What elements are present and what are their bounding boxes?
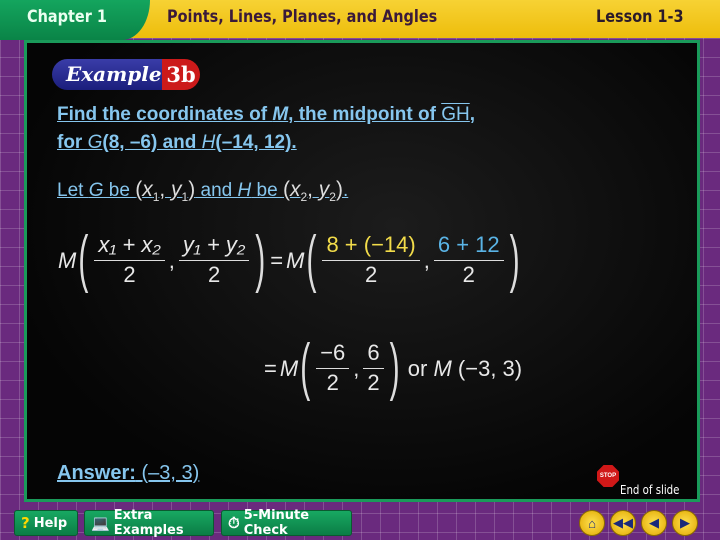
lesson-number: Lesson 1-3 bbox=[596, 7, 684, 27]
example-badge: Example 3b bbox=[52, 59, 200, 90]
chapter-label: Chapter 1 bbox=[27, 7, 107, 27]
badge-word: Example bbox=[52, 59, 162, 90]
question-line-1: Find the coordinates of M, the midpoint … bbox=[57, 104, 475, 125]
next-icon[interactable]: ▶ bbox=[672, 510, 698, 536]
computer-icon: 💻 bbox=[91, 514, 110, 532]
answer: Answer: (–3, 3) bbox=[57, 462, 200, 484]
question-line-2: for G(8, –6) and H(–14, 12). bbox=[57, 132, 297, 153]
help-button[interactable]: ? Help bbox=[14, 510, 78, 536]
midpoint-result: = M( −6 2, 62 ) or M (−3, 3) bbox=[264, 332, 523, 403]
let-statement: Let G be (x1, y1) and H be (x2, y2). bbox=[57, 178, 349, 205]
home-icon[interactable]: ⌂ bbox=[579, 510, 605, 536]
lesson-title: Points, Lines, Planes, and Angles bbox=[167, 7, 438, 27]
midpoint-formula: M( x₁ + x₂ 2, y₁ + y₂ 2 ) = M( 8 + (−14) 2, 6… bbox=[58, 224, 520, 295]
five-minute-check-button[interactable]: ⏱ 5-Minute Check bbox=[221, 508, 352, 538]
question-mark-icon: ? bbox=[21, 514, 30, 532]
segment-gh: GH bbox=[441, 104, 470, 125]
first-slide-icon[interactable]: ◀◀ bbox=[610, 510, 636, 536]
clock-icon: ⏱ bbox=[228, 514, 240, 532]
previous-icon[interactable]: ◀ bbox=[641, 510, 667, 536]
extra-examples-button[interactable]: 💻 Extra Examples bbox=[84, 508, 214, 538]
badge-number: 3b bbox=[162, 59, 200, 90]
end-of-slide-label: End of slide bbox=[620, 483, 680, 497]
